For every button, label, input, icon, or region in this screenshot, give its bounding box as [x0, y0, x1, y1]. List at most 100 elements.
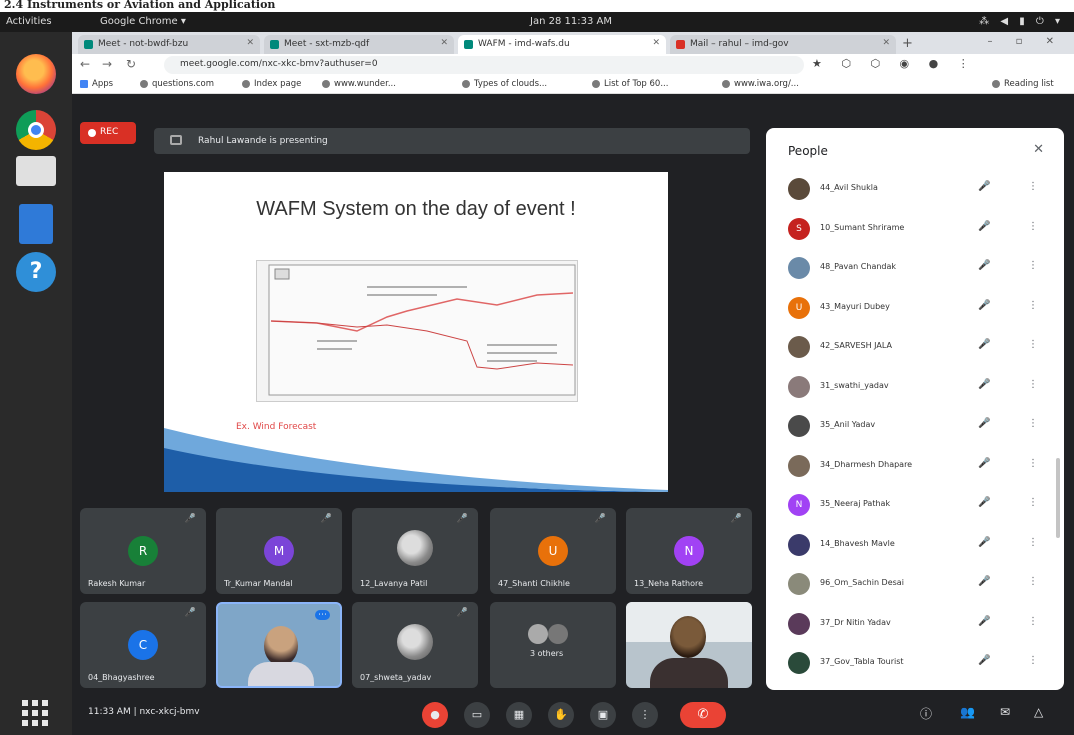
- system-indicators[interactable]: ⁂ ◀ ▮ ⏻ ▾: [979, 16, 1064, 27]
- present-button[interactable]: ▣: [590, 702, 616, 728]
- end-call-button[interactable]: ✆: [680, 702, 726, 728]
- mic-off-icon[interactable]: 🎤: [978, 576, 990, 587]
- chat-icon[interactable]: ✉: [1000, 705, 1010, 719]
- mic-off-icon[interactable]: 🎤: [978, 260, 990, 271]
- show-applications-icon[interactable]: [22, 700, 48, 726]
- more-options-icon[interactable]: ⋮: [1028, 300, 1038, 311]
- participant-row[interactable]: 48_Pavan Chandak 🎤 ⋮: [766, 251, 1064, 289]
- participant-row[interactable]: 37_Gov_Tabla Tourist 🎤 ⋮: [766, 646, 1064, 684]
- mic-off-icon[interactable]: 🎤: [978, 339, 990, 350]
- bookmark-item[interactable]: www.iwa.org/...: [722, 79, 799, 89]
- participant-row[interactable]: 37_Dr Nitin Yadav 🎤 ⋮: [766, 607, 1064, 645]
- more-options-icon[interactable]: ⋮: [1028, 616, 1038, 627]
- close-icon[interactable]: ✕: [1033, 142, 1044, 157]
- participant-tile[interactable]: 🎤 C 04_Bhagyashree: [80, 602, 206, 688]
- participant-video-tile[interactable]: ⋯: [216, 602, 342, 688]
- bookmark-item[interactable]: www.wunder...: [322, 79, 396, 89]
- participant-row[interactable]: S 10_Sumant Shrirame 🎤 ⋮: [766, 212, 1064, 250]
- files-icon[interactable]: [16, 156, 56, 186]
- participant-video-body: [650, 658, 728, 688]
- chrome-icon[interactable]: [16, 110, 56, 150]
- more-options-icon[interactable]: ⋮: [1028, 260, 1038, 271]
- writer-icon[interactable]: [19, 204, 53, 244]
- back-icon[interactable]: ←: [80, 57, 90, 71]
- reload-icon[interactable]: ↻: [126, 57, 136, 71]
- close-icon[interactable]: ✕: [440, 38, 448, 48]
- mic-off-icon[interactable]: 🎤: [978, 418, 990, 429]
- participant-tile-others[interactable]: 3 others: [490, 602, 616, 688]
- participant-tile[interactable]: 🎤 07_shweta_yadav: [352, 602, 478, 688]
- window-controls[interactable]: – ▫ ✕: [987, 36, 1064, 47]
- participant-video-tile[interactable]: 🎤: [626, 602, 752, 688]
- participant-tile[interactable]: 🎤 R Rakesh Kumar: [80, 508, 206, 594]
- avatar: N: [674, 536, 704, 566]
- participant-row[interactable]: 31_swathi_yadav 🎤 ⋮: [766, 370, 1064, 408]
- activities-button[interactable]: Activities: [6, 16, 52, 27]
- people-scrollbar[interactable]: [1056, 458, 1060, 538]
- browser-tab[interactable]: Meet - sxt-mzb-qdf ✕: [264, 35, 454, 54]
- more-options-icon[interactable]: ⋮: [1028, 655, 1038, 666]
- more-options-icon[interactable]: ⋮: [1028, 221, 1038, 232]
- camera-toggle-button[interactable]: ▭: [464, 702, 490, 728]
- more-options-icon[interactable]: ⋮: [1028, 181, 1038, 192]
- more-options-icon[interactable]: ⋮: [1028, 339, 1038, 350]
- avatar: [528, 624, 548, 644]
- browser-tab[interactable]: Meet - not-bwdf-bzu ✕: [78, 35, 260, 54]
- browser-tab-active[interactable]: WAFM - imd-wafs.du ✕: [458, 35, 666, 54]
- participant-row[interactable]: 96_Om_Sachin Desai 🎤 ⋮: [766, 567, 1064, 605]
- avatar: U: [538, 536, 568, 566]
- present-screen-icon: [170, 135, 182, 145]
- extension-icons[interactable]: ★ ⬡ ⬡ ◉ ● ⋮: [812, 57, 977, 70]
- help-icon[interactable]: ?: [16, 252, 56, 292]
- activities-icon[interactable]: △: [1034, 705, 1043, 719]
- raise-hand-button[interactable]: ✋: [548, 702, 574, 728]
- participant-tile[interactable]: 🎤 12_Lavanya Patil: [352, 508, 478, 594]
- browser-tab[interactable]: Mail – rahul – imd-gov ✕: [670, 35, 896, 54]
- participant-row[interactable]: 42_SARVESH JALA 🎤 ⋮: [766, 330, 1064, 368]
- mic-off-icon[interactable]: 🎤: [978, 181, 990, 192]
- close-icon[interactable]: ✕: [652, 38, 660, 48]
- more-options-icon[interactable]: ⋮: [1028, 576, 1038, 587]
- mic-off-icon[interactable]: 🎤: [978, 616, 990, 627]
- reading-list[interactable]: Reading list: [992, 79, 1054, 89]
- people-icon[interactable]: 👥: [960, 705, 975, 719]
- close-icon[interactable]: ✕: [882, 38, 890, 48]
- participant-tile[interactable]: 🎤 N 13_Neha Rathore: [626, 508, 752, 594]
- meeting-details-icon[interactable]: ⓘ: [920, 705, 932, 722]
- bookmark-item[interactable]: questions.com: [140, 79, 214, 89]
- more-options-button[interactable]: ⋮: [632, 702, 658, 728]
- address-bar[interactable]: meet.google.com/nxc-xkc-bmv?authuser=0: [164, 56, 804, 74]
- more-options-icon[interactable]: ⋮: [1028, 379, 1038, 390]
- system-clock[interactable]: Jan 28 11:33 AM: [530, 16, 612, 27]
- mic-off-icon[interactable]: 🎤: [978, 379, 990, 390]
- more-options-icon[interactable]: ⋮: [1028, 497, 1038, 508]
- firefox-icon[interactable]: [16, 54, 56, 94]
- mic-off-icon[interactable]: 🎤: [978, 655, 990, 666]
- participant-row[interactable]: 44_Avil Shukla 🎤 ⋮: [766, 172, 1064, 210]
- bookmark-item[interactable]: Types of clouds...: [462, 79, 547, 89]
- mic-off-icon[interactable]: 🎤: [978, 497, 990, 508]
- participant-tile[interactable]: 🎤 M Tr_Kumar Mandal: [216, 508, 342, 594]
- bookmark-item[interactable]: List of Top 60...: [592, 79, 668, 89]
- forward-icon[interactable]: →: [102, 57, 112, 71]
- participant-row[interactable]: 14_Bhavesh Mavle 🎤 ⋮: [766, 528, 1064, 566]
- app-menu[interactable]: Google Chrome ▾: [100, 16, 186, 27]
- mic-off-icon[interactable]: 🎤: [978, 458, 990, 469]
- mic-toggle-button[interactable]: ●: [422, 702, 448, 728]
- more-options-icon[interactable]: ⋮: [1028, 458, 1038, 469]
- participant-row[interactable]: N 35_Neeraj Pathak 🎤 ⋮: [766, 488, 1064, 526]
- participant-row[interactable]: U 43_Mayuri Dubey 🎤 ⋮: [766, 291, 1064, 329]
- bookmark-item[interactable]: Index page: [242, 79, 301, 89]
- captions-button[interactable]: ▦: [506, 702, 532, 728]
- participant-row[interactable]: 35_Anil Yadav 🎤 ⋮: [766, 409, 1064, 447]
- more-options-icon[interactable]: ⋮: [1028, 537, 1038, 548]
- bookmark-apps[interactable]: Apps: [80, 79, 113, 89]
- new-tab-button[interactable]: +: [902, 36, 913, 51]
- mic-off-icon[interactable]: 🎤: [978, 221, 990, 232]
- mic-off-icon[interactable]: 🎤: [978, 300, 990, 311]
- participant-tile[interactable]: 🎤 U 47_Shanti Chikhle: [490, 508, 616, 594]
- participant-row[interactable]: 34_Dharmesh Dhapare 🎤 ⋮: [766, 449, 1064, 487]
- more-options-icon[interactable]: ⋮: [1028, 418, 1038, 429]
- mic-off-icon[interactable]: 🎤: [978, 537, 990, 548]
- close-icon[interactable]: ✕: [246, 38, 254, 48]
